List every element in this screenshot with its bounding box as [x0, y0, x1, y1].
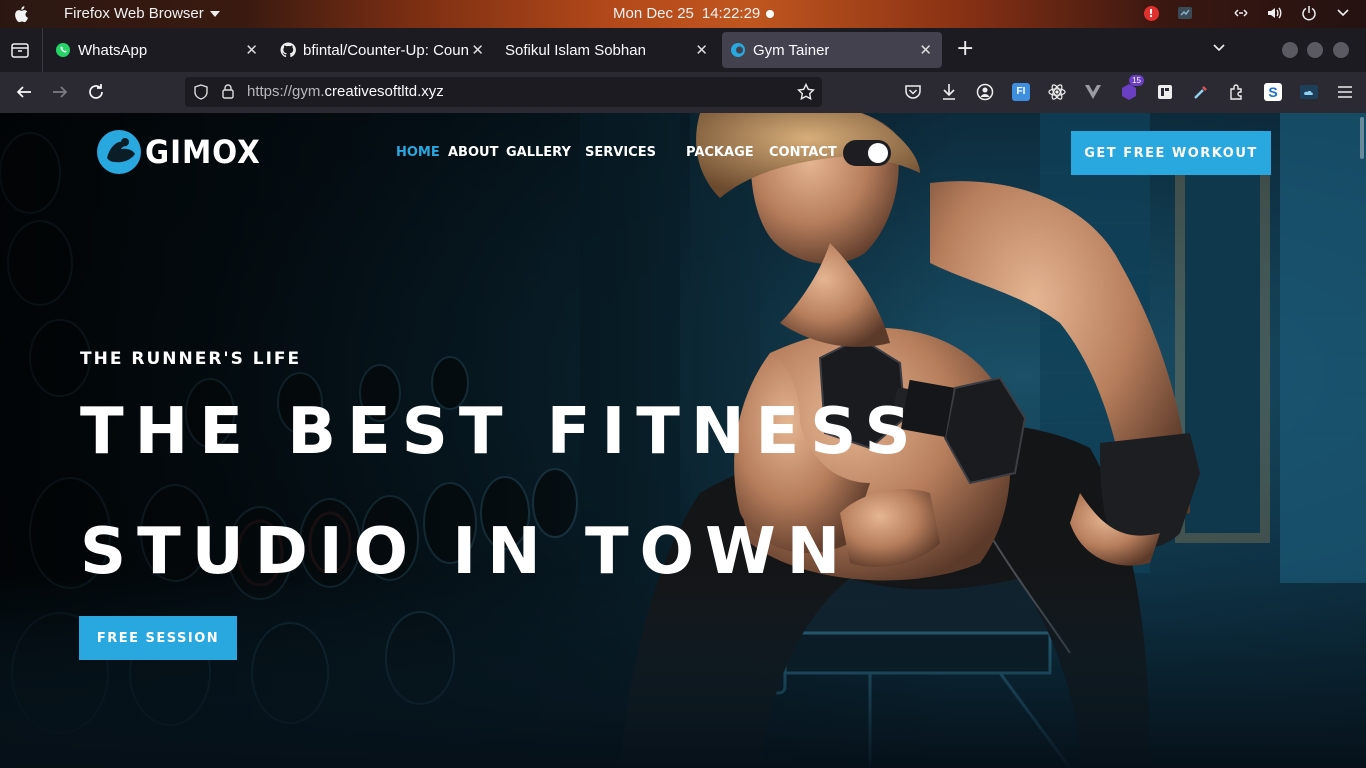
hero-headline-line1: THE BEST FITNESS: [80, 395, 922, 469]
close-icon[interactable]: ✕: [245, 41, 258, 59]
logo-text: GIMOX: [145, 133, 261, 171]
tab-separator: [42, 28, 43, 72]
maximize-button[interactable]: [1307, 42, 1323, 58]
cloud-extension-icon[interactable]: [1298, 81, 1320, 103]
react-devtools-icon[interactable]: [1046, 81, 1068, 103]
menu-item-contact[interactable]: CONTACT: [769, 145, 837, 160]
app-indicator-icon[interactable]: [1176, 4, 1194, 22]
chevron-down-icon[interactable]: [1334, 4, 1352, 22]
tab-profile[interactable]: Sofikul Islam Sobhan ✕: [498, 32, 718, 68]
new-tab-button[interactable]: +: [956, 38, 974, 60]
os-top-bar: Firefox Web Browser Mon Dec 25 14:22:29 …: [0, 0, 1366, 28]
color-picker-icon[interactable]: [1190, 81, 1212, 103]
tab-gym-tainer[interactable]: Gym Tainer ✕: [722, 32, 942, 68]
url-prefix: https://gym.: [247, 83, 325, 100]
extension-badge-icon[interactable]: 15: [1118, 75, 1144, 103]
account-icon[interactable]: [974, 81, 996, 103]
bookmark-star-icon[interactable]: [797, 83, 815, 101]
hamburger-menu-icon[interactable]: [1334, 81, 1356, 103]
menu-item-gallery[interactable]: GALLERY: [506, 145, 571, 160]
clock[interactable]: Mon Dec 25 14:22:29: [613, 5, 760, 22]
fi-extension-label: FI: [1012, 83, 1030, 101]
close-icon[interactable]: ✕: [919, 41, 932, 59]
alert-icon: !: [1143, 5, 1159, 21]
tab-label: bfintal/Counter-Up: Coun: [303, 41, 469, 59]
clock-date: Mon Dec 25: [613, 5, 694, 22]
alert-tray-item[interactable]: !: [1142, 4, 1160, 22]
volume-icon[interactable]: [1266, 4, 1284, 22]
site-logo[interactable]: GIMOX: [95, 128, 271, 176]
download-icon[interactable]: [938, 81, 960, 103]
tab-label: Gym Tainer: [753, 41, 830, 59]
firefox-view-icon[interactable]: [10, 40, 30, 60]
tab-strip: WhatsApp ✕ bfintal/Counter-Up: Coun ✕ So…: [0, 28, 1366, 72]
pocket-icon[interactable]: [902, 81, 924, 103]
close-icon[interactable]: ✕: [471, 41, 484, 59]
app-name: Firefox Web Browser: [64, 5, 204, 22]
menu-item-about[interactable]: ABOUT: [448, 145, 498, 160]
navigation-toolbar: https://gym.creativesoftltd.xyz FI 15 S: [0, 72, 1366, 113]
close-window-button[interactable]: [1333, 42, 1349, 58]
tab-whatsapp[interactable]: WhatsApp ✕: [48, 32, 268, 68]
notification-dot-icon: [766, 10, 774, 18]
app-menu[interactable]: Firefox Web Browser: [64, 5, 220, 22]
notes-extension-icon[interactable]: [1154, 81, 1176, 103]
site-favicon-icon: [731, 43, 745, 57]
hero-eyebrow: THE RUNNER'S LIFE: [80, 349, 302, 369]
forward-arrow-icon[interactable]: [50, 82, 70, 102]
vue-devtools-icon[interactable]: [1082, 81, 1104, 103]
tab-label: WhatsApp: [78, 41, 148, 59]
get-free-workout-button[interactable]: GET FREE WORKOUT: [1071, 131, 1271, 175]
close-icon[interactable]: ✕: [695, 41, 708, 59]
website-hero: GIMOX HOME ABOUT GALLERY SERVICES PACKAG…: [0, 113, 1366, 768]
power-icon[interactable]: [1300, 4, 1318, 22]
shield-icon[interactable]: [193, 84, 209, 100]
menu-item-services[interactable]: SERVICES: [585, 145, 656, 160]
minimize-button[interactable]: [1282, 42, 1298, 58]
back-arrow-icon[interactable]: [14, 82, 34, 102]
extension-badge: 15: [1129, 75, 1144, 86]
tab-label: Sofikul Islam Sobhan: [505, 41, 646, 59]
extensions-toolbar: FI 15 S: [902, 75, 1356, 103]
chevron-down-icon: [209, 10, 220, 17]
network-icon[interactable]: [1232, 4, 1250, 22]
toggle-knob: [868, 143, 888, 163]
lock-icon[interactable]: [221, 83, 235, 100]
hero-headline-line2: STUDIO IN TOWN: [80, 515, 852, 589]
menu-item-home[interactable]: HOME: [396, 145, 440, 160]
list-all-tabs-icon[interactable]: [1213, 44, 1225, 52]
fi-extension-icon[interactable]: FI: [1010, 81, 1032, 103]
theme-toggle[interactable]: [843, 140, 891, 166]
system-tray: !: [1142, 4, 1352, 22]
puzzle-extensions-icon[interactable]: [1226, 81, 1248, 103]
bicep-logo-icon: [97, 130, 141, 174]
s-extension-label: S: [1264, 83, 1282, 101]
url-text[interactable]: https://gym.creativesoftltd.xyz: [247, 83, 444, 100]
reload-icon[interactable]: [86, 82, 106, 102]
page-scrollbar[interactable]: [1360, 117, 1364, 159]
clock-time: 14:22:29: [701, 5, 761, 22]
url-bar[interactable]: https://gym.creativesoftltd.xyz: [185, 77, 822, 107]
free-session-button[interactable]: FREE SESSION: [79, 616, 237, 660]
menu-item-package[interactable]: PACKAGE: [686, 145, 754, 160]
apple-icon[interactable]: [14, 5, 30, 23]
tab-github[interactable]: bfintal/Counter-Up: Coun ✕: [274, 32, 494, 68]
github-icon: [280, 42, 296, 58]
s-extension-icon[interactable]: S: [1262, 81, 1284, 103]
url-host: creativesoftltd.xyz: [324, 83, 444, 100]
whatsapp-icon: [56, 43, 70, 57]
